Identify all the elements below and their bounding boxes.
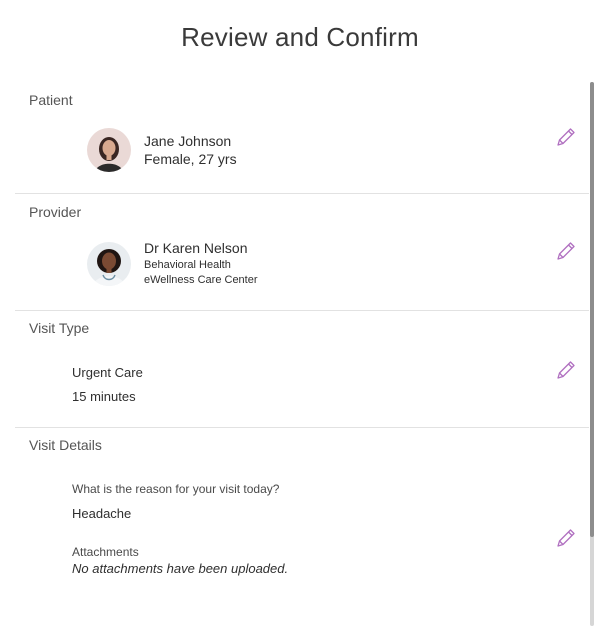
visit-details-section: Visit Details What is the reason for you… (15, 428, 589, 626)
patient-avatar (87, 128, 131, 172)
visit-type-value: Urgent Care (72, 365, 143, 380)
visit-type-section-label: Visit Type (29, 320, 90, 336)
attachments-value: No attachments have been uploaded. (72, 561, 289, 576)
provider-section-label: Provider (29, 204, 82, 220)
visit-type-section: Visit Type Urgent Care 15 minutes (15, 311, 589, 428)
pencil-icon (557, 242, 575, 260)
provider-avatar (87, 242, 131, 286)
pencil-icon (557, 128, 575, 146)
pencil-icon (557, 529, 575, 547)
provider-section: Provider Dr Karen Nelson Behavioral Heal… (15, 194, 589, 311)
attachments-label: Attachments (72, 545, 139, 559)
patient-details: Female, 27 yrs (144, 151, 237, 167)
edit-visit-type-button[interactable] (555, 359, 577, 381)
edit-patient-button[interactable] (555, 126, 577, 148)
page-title: Review and Confirm (181, 22, 419, 52)
visit-details-section-label: Visit Details (29, 437, 102, 453)
patient-section: Patient Jane Johnson Female, 27 yrs (15, 82, 589, 194)
scrollbar-thumb[interactable] (590, 82, 594, 537)
patient-name: Jane Johnson (144, 133, 232, 149)
provider-organization: eWellness Care Center (144, 274, 258, 286)
provider-specialty: Behavioral Health (144, 259, 231, 271)
visit-duration: 15 minutes (72, 389, 136, 404)
visit-reason-question: What is the reason for your visit today? (72, 482, 280, 496)
visit-reason-answer: Headache (72, 506, 132, 521)
edit-visit-details-button[interactable] (555, 527, 577, 549)
pencil-icon (557, 361, 575, 379)
edit-provider-button[interactable] (555, 240, 577, 262)
patient-section-label: Patient (29, 92, 73, 108)
provider-name: Dr Karen Nelson (144, 240, 248, 256)
